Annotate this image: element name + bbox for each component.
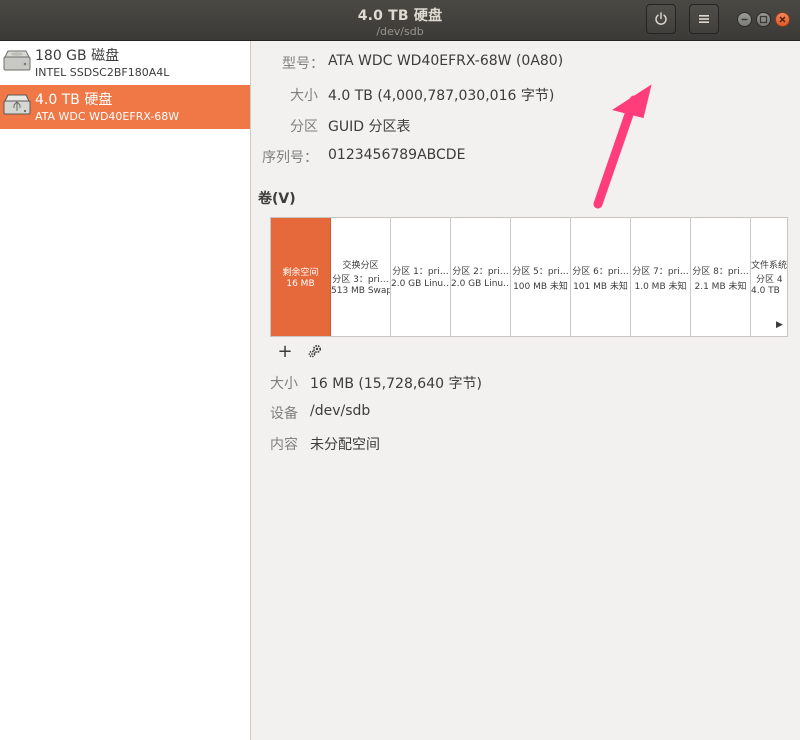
volume-line: 分区 5：pri…: [512, 267, 569, 277]
scroll-right-icon[interactable]: ▶: [776, 320, 783, 330]
volume-line: 100 MB 未知: [513, 282, 568, 292]
maximize-icon: [759, 15, 768, 24]
volume-partition-7[interactable]: 分区 7：pri… 1.0 MB 未知: [631, 218, 691, 336]
volume-line: 101 MB 未知: [573, 282, 628, 292]
volume-line: 分区 6：pri…: [572, 267, 629, 277]
drive-item-180gb[interactable]: 180 GB 磁盘 INTEL SSDSC2BF180A4L: [0, 41, 250, 85]
volume-size-label: 大小: [270, 376, 298, 392]
partitioning-row: 分区: [252, 116, 318, 136]
drive-sidebar: 180 GB 磁盘 INTEL SSDSC2BF180A4L 4.0 TB 硬盘…: [0, 41, 251, 740]
window-subtitle: /dev/sdb: [376, 25, 424, 38]
serial-value: 0123456789ABCDE: [328, 147, 466, 163]
volume-free-space[interactable]: 剩余空间 16 MB: [271, 218, 331, 336]
gears-icon: [308, 344, 322, 358]
drive-model: ATA WDC WD40EFRX-68W: [35, 110, 180, 123]
volume-line: 2.0 GB Linu…: [451, 279, 510, 289]
model-label: 型号：: [282, 56, 324, 72]
volume-line: 交换分区: [342, 261, 379, 271]
volume-line: 2.1 MB 未知: [694, 282, 747, 292]
volume-line: 16 MB: [286, 279, 315, 289]
serial-row: 序列号：: [252, 147, 318, 167]
volume-line: 分区 3：pri…: [332, 275, 389, 285]
volume-line: 2.0 GB Linu…: [391, 279, 450, 289]
volume-line: 分区 7：pri…: [632, 267, 689, 277]
volume-line: 分区 4: [756, 275, 783, 285]
size-row: 大小: [252, 85, 318, 105]
drive-item-4tb[interactable]: 4.0 TB 硬盘 ATA WDC WD40EFRX-68W: [0, 85, 250, 129]
drive-model: INTEL SSDSC2BF180A4L: [35, 66, 170, 79]
volume-partition-2[interactable]: 分区 2：pri… 2.0 GB Linu…: [451, 218, 511, 336]
hard-disk-icon: [3, 50, 31, 71]
size-value-cell: 4.0 TB (4,000,787,030,016 字节): [328, 85, 628, 105]
drive-details-panel: 型号： ATA WDC WD40EFRX-68W (0A80) 大小 4.0 T…: [252, 41, 800, 740]
volume-line: 1.0 MB 未知: [634, 282, 687, 292]
volume-line: 剩余空间: [282, 268, 319, 278]
volume-line: 513 MB Swap: [331, 286, 390, 296]
plus-icon: +: [277, 340, 293, 362]
serial-value-cell: 0123456789ABCDE: [328, 147, 628, 167]
volume-line: 文件系统: [751, 261, 788, 271]
size-value: 4.0 TB (4,000,787,030,016 字节): [328, 88, 555, 104]
volumes-heading: 卷(V): [258, 191, 296, 207]
contents-value: 未分配空间: [310, 437, 380, 453]
header-bar: 4.0 TB 硬盘 /dev/sdb: [0, 0, 800, 41]
maximize-button[interactable]: [756, 12, 771, 27]
contents-label: 内容: [270, 437, 298, 453]
power-icon: [655, 12, 667, 25]
partitioning-value: GUID 分区表: [328, 119, 411, 135]
minimize-icon: [741, 18, 748, 21]
volume-line: 分区 8：pri…: [692, 267, 749, 277]
serial-label: 序列号：: [262, 150, 318, 166]
minimize-button[interactable]: [737, 12, 752, 27]
drive-name: 4.0 TB 硬盘: [35, 92, 113, 108]
add-partition-button[interactable]: +: [274, 340, 296, 362]
partition-options-button[interactable]: [304, 341, 326, 361]
volume-line: 4.0 TB: [751, 286, 780, 296]
volume-line: 分区 1：pri…: [392, 267, 449, 277]
device-label: 设备: [270, 406, 298, 422]
partitioning-label: 分区: [290, 119, 318, 135]
volume-partition-5[interactable]: 分区 5：pri… 100 MB 未知: [511, 218, 571, 336]
hamburger-menu-icon: [699, 15, 709, 23]
volume-line: 分区 2：pri…: [452, 267, 509, 277]
volume-size-value: 16 MB (15,728,640 字节): [310, 376, 482, 392]
model-value-cell: ATA WDC WD40EFRX-68W (0A80): [328, 53, 628, 73]
volume-partition-8[interactable]: 分区 8：pri… 2.1 MB 未知: [691, 218, 751, 336]
annotation-arrow-icon: [593, 84, 652, 209]
volume-swap[interactable]: 交换分区 分区 3：pri… 513 MB Swap: [331, 218, 391, 336]
partitioning-value-cell: GUID 分区表: [328, 116, 628, 136]
close-button[interactable]: [775, 12, 790, 27]
hard-disk-icon: [3, 94, 31, 115]
model-row: 型号：: [252, 53, 324, 73]
device-value: /dev/sdb: [310, 403, 371, 419]
volume-partition-6[interactable]: 分区 6：pri… 101 MB 未知: [571, 218, 631, 336]
model-value: ATA WDC WD40EFRX-68W (0A80): [328, 53, 564, 69]
window-title: 4.0 TB 硬盘: [357, 8, 443, 24]
drive-name: 180 GB 磁盘: [35, 48, 120, 64]
size-label: 大小: [290, 88, 318, 104]
drive-menu-button[interactable]: [689, 4, 719, 34]
volume-map: 剩余空间 16 MB 交换分区 分区 3：pri… 513 MB Swap 分区…: [270, 217, 788, 337]
volume-partition-1[interactable]: 分区 1：pri… 2.0 GB Linu…: [391, 218, 451, 336]
close-icon: [779, 16, 786, 23]
power-off-button[interactable]: [646, 4, 676, 34]
